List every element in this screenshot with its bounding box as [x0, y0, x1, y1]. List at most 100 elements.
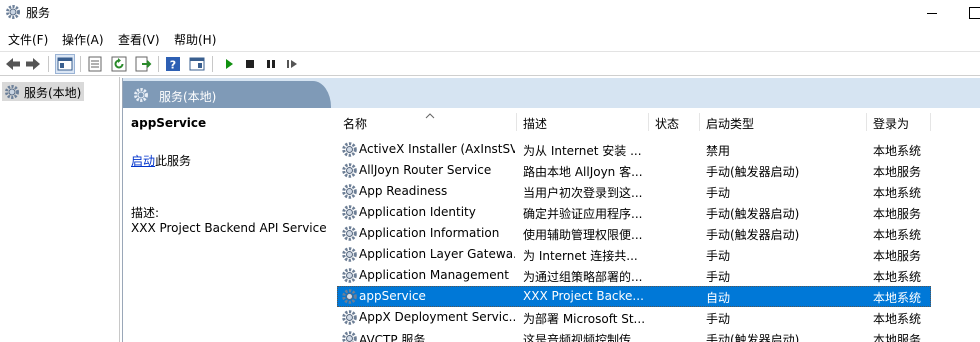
service-name: Application Layer Gatewa...	[359, 247, 515, 261]
panel-title: 服务(本地)	[159, 90, 217, 104]
minimize-button[interactable]	[922, 4, 942, 20]
service-logon-as: 本地服务	[873, 207, 922, 221]
column-header-status[interactable]: 状态	[649, 111, 700, 133]
service-description: 这是音频视频控制传...	[523, 333, 643, 342]
console-tree-icon[interactable]	[55, 54, 75, 74]
stop-icon[interactable]	[241, 55, 259, 73]
back-arrow-icon[interactable]	[4, 55, 22, 73]
service-row[interactable]: Application Layer Gatewa... 为 Internet 连接…	[337, 244, 931, 265]
service-detail: appService 启动此服务 描述: XXX Project Backend…	[123, 108, 335, 342]
menu-file[interactable]: 文件(F)	[8, 31, 48, 48]
start-service-suffix: 此服务	[155, 154, 192, 168]
service-description: 为 Internet 连接共...	[523, 249, 638, 263]
properties-icon[interactable]	[86, 55, 104, 73]
menu-action[interactable]: 操作(A)	[62, 31, 104, 48]
service-logon-as: 本地系统	[873, 312, 922, 326]
start-service-link[interactable]: 启动	[131, 154, 155, 168]
service-startup-type: 禁用	[706, 144, 731, 158]
service-startup-type: 手动(触发器启动)	[706, 207, 800, 221]
services-gear-icon	[4, 84, 20, 100]
service-logon-as: 本地系统	[873, 228, 922, 242]
service-startup-type: 手动	[706, 249, 731, 263]
service-description: 为通过组策略部署的...	[523, 270, 643, 284]
service-name: appService	[359, 289, 426, 303]
service-name: AllJoyn Router Service	[359, 163, 492, 177]
resume-icon[interactable]	[283, 55, 301, 73]
menu-help[interactable]: 帮助(H)	[174, 31, 216, 48]
service-logon-as: 本地系统	[873, 144, 922, 158]
service-row[interactable]: appService XXX Project Backe... 自动 本地系统	[337, 286, 931, 307]
panel-header: 服务(本地)	[123, 78, 980, 108]
service-row[interactable]: Application Management 为通过组策略部署的... 手动 本地系统	[337, 265, 931, 286]
pause-icon[interactable]	[262, 55, 280, 73]
selected-service-name: appService	[131, 116, 207, 130]
svg-text:?: ?	[170, 59, 176, 72]
service-row[interactable]: App Readiness 当用户初次登录到这... 手动 本地系统	[337, 181, 931, 202]
services-gear-icon	[133, 87, 149, 103]
service-description: 使用辅助管理权限便...	[523, 228, 643, 242]
service-name: Application Management	[359, 268, 509, 282]
column-header-description[interactable]: 描述	[517, 111, 649, 133]
service-gear-icon	[341, 162, 358, 179]
title-bar: 服务	[0, 0, 980, 26]
service-name: App Readiness	[359, 184, 448, 198]
service-logon-as: 本地系统	[873, 186, 922, 200]
service-description: 路由本地 AllJoyn 客...	[523, 165, 643, 179]
service-gear-icon	[341, 246, 358, 263]
service-startup-type: 手动(触发器启动)	[706, 165, 800, 179]
service-description: 为部署 Microsoft St...	[523, 312, 646, 326]
service-gear-icon	[341, 309, 358, 326]
service-gear-icon	[341, 141, 358, 158]
service-row[interactable]: AllJoyn Router Service 路由本地 AllJoyn 客... 手…	[337, 160, 931, 181]
refresh-icon[interactable]	[110, 55, 128, 73]
service-description: XXX Project Backe...	[523, 289, 644, 303]
column-header-logon-as[interactable]: 登录为	[867, 111, 931, 133]
service-logon-as: 本地服务	[873, 249, 922, 263]
play-icon[interactable]	[220, 55, 238, 73]
services-list: 名称 描述 状态 启动类型 登录为 ActiveX Installer (AxI…	[335, 108, 980, 342]
column-header-startup-type[interactable]: 启动类型	[700, 111, 867, 133]
show-hide-icon[interactable]	[188, 55, 206, 73]
tree-item-label: 服务(本地)	[24, 86, 82, 100]
service-gear-icon	[341, 204, 358, 221]
maximize-button[interactable]	[966, 4, 980, 20]
service-row[interactable]: ActiveX Installer (AxInstSV) 为从 Internet …	[337, 139, 931, 160]
help-icon[interactable]: ?	[164, 55, 182, 73]
column-header-name[interactable]: 名称	[337, 111, 517, 133]
service-gear-icon	[341, 183, 358, 200]
service-startup-type: 手动(触发器启动)	[706, 333, 800, 342]
menu-view[interactable]: 查看(V)	[118, 31, 160, 48]
service-logon-as: 本地系统	[873, 270, 922, 284]
service-name: Application Identity	[359, 205, 476, 219]
tree-item-services-local[interactable]: 服务(本地)	[2, 82, 84, 101]
service-gear-icon	[341, 288, 358, 305]
toolbar: ?	[0, 51, 980, 76]
service-name: Application Information	[359, 226, 500, 240]
start-service-line: 启动此服务	[131, 152, 191, 169]
service-gear-icon	[341, 330, 358, 342]
window-title: 服务	[26, 6, 51, 20]
service-logon-as: 本地服务	[873, 333, 922, 342]
service-gear-icon	[341, 225, 358, 242]
service-logon-as: 本地系统	[873, 291, 922, 305]
service-row[interactable]: AVCTP 服务 这是音频视频控制传... 手动(触发器启动) 本地服务	[337, 328, 931, 342]
service-startup-type: 手动	[706, 312, 731, 326]
service-description: 当用户初次登录到这...	[523, 186, 643, 200]
service-logon-as: 本地服务	[873, 165, 922, 179]
service-row[interactable]: AppX Deployment Servic... 为部署 Microsoft S…	[337, 307, 931, 328]
service-row[interactable]: Application Information 使用辅助管理权限便... 手动(触发…	[337, 223, 931, 244]
console-tree: 服务(本地)	[0, 77, 120, 342]
service-startup-type: 手动(触发器启动)	[706, 228, 800, 242]
service-description: 为从 Internet 安装 ...	[523, 144, 642, 158]
description-text: XXX Project Backend API Service	[131, 221, 327, 235]
services-gear-icon	[5, 4, 21, 20]
sort-ascending-icon	[425, 109, 435, 119]
service-startup-type: 手动	[706, 270, 731, 284]
description-label: 描述:	[131, 206, 160, 220]
forward-arrow-icon[interactable]	[24, 55, 42, 73]
services-panel: 服务(本地) appService 启动此服务 描述: XXX Project …	[122, 78, 980, 342]
service-startup-type: 自动	[706, 291, 731, 305]
export-list-icon[interactable]	[134, 55, 152, 73]
service-gear-icon	[341, 267, 358, 284]
service-row[interactable]: Application Identity 确定并验证应用程序... 手动(触发器启动…	[337, 202, 931, 223]
